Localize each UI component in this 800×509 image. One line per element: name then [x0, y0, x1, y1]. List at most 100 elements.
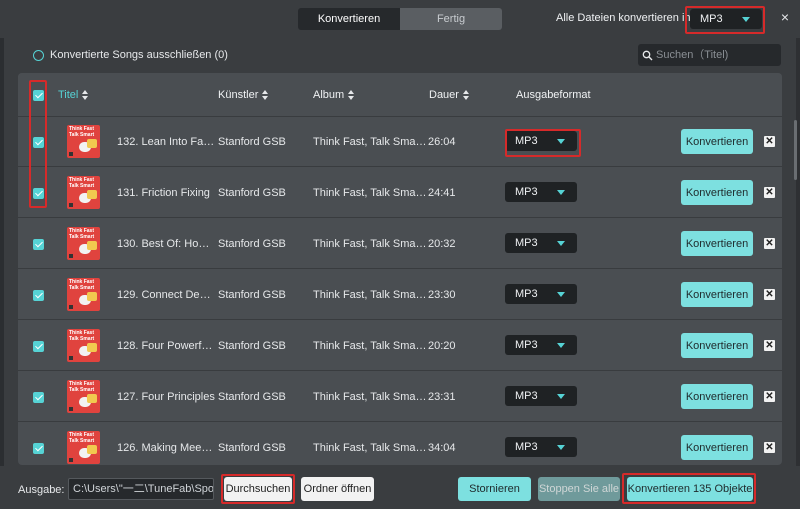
row-checkbox[interactable]	[33, 341, 44, 352]
chevron-down-icon	[557, 190, 565, 195]
remove-icon[interactable]: ✕	[764, 391, 775, 402]
close-icon[interactable]: ×	[777, 9, 793, 25]
scrollbar-thumb[interactable]	[794, 120, 797, 180]
convert-button[interactable]: Konvertieren	[681, 333, 753, 358]
song-album: Think Fast, Talk Smart: The Podcast	[313, 391, 427, 403]
remove-icon[interactable]: ✕	[764, 340, 775, 351]
convert-button[interactable]: Konvertieren	[681, 282, 753, 307]
chevron-down-icon	[557, 292, 565, 297]
cover-text: Think Fast Talk Smart	[69, 330, 95, 342]
column-album-label: Album	[313, 89, 345, 101]
search-box[interactable]	[638, 44, 781, 66]
cover-text: Think Fast Talk Smart	[69, 279, 95, 291]
column-format-label: Ausgabeformat	[516, 89, 591, 101]
convert-button[interactable]: Konvertieren	[681, 180, 753, 205]
convert-all-format-dropdown[interactable]: MP3	[690, 9, 762, 29]
exclude-converted-radio[interactable]	[33, 50, 44, 61]
song-album: Think Fast, Talk Smart: The Podcast	[313, 289, 427, 301]
convert-all-button[interactable]: Konvertieren 135 Objekte	[627, 477, 753, 501]
row-format-value: MP3	[515, 441, 538, 453]
cover-text: Think Fast Talk Smart	[69, 126, 95, 138]
column-header-duration[interactable]: Dauer	[429, 89, 470, 101]
output-label: Ausgabe:	[18, 484, 65, 496]
browse-button[interactable]: Durchsuchen	[224, 477, 292, 501]
song-artist: Stanford GSB	[218, 340, 286, 352]
table-row: Think Fast Talk Smart 130. Best Of: How …	[18, 219, 782, 269]
remove-icon[interactable]: ✕	[764, 289, 775, 300]
row-format-value: MP3	[515, 390, 538, 402]
song-duration: 23:31	[428, 391, 456, 403]
chevron-down-icon	[557, 394, 565, 399]
open-folder-button[interactable]: Ordner öffnen	[301, 477, 374, 501]
row-checkbox[interactable]	[33, 239, 44, 250]
song-title: 129. Connect Deeply	[117, 289, 215, 301]
column-header-album[interactable]: Album	[313, 89, 355, 101]
chevron-down-icon	[557, 241, 565, 246]
row-format-dropdown[interactable]: MP3	[505, 233, 577, 253]
table-row: Think Fast Talk Smart 127. Four Principl…	[18, 372, 782, 422]
convert-button[interactable]: Konvertieren	[681, 435, 753, 460]
table-row: Think Fast Talk Smart 128. Four Powerful…	[18, 321, 782, 371]
album-cover: Think Fast Talk Smart	[67, 227, 100, 260]
convert-all-label: Alle Dateien konvertieren in:	[556, 12, 694, 24]
row-checkbox[interactable]	[33, 443, 44, 454]
sort-icon	[348, 90, 355, 100]
remove-icon[interactable]: ✕	[764, 136, 775, 147]
column-header-title[interactable]: Titel	[58, 89, 89, 101]
row-format-dropdown[interactable]: MP3	[505, 284, 577, 304]
song-album: Think Fast, Talk Smart: The Podcast	[313, 238, 427, 250]
cover-text: Think Fast Talk Smart	[69, 432, 95, 444]
song-duration: 26:04	[428, 136, 456, 148]
table-row: Think Fast Talk Smart 126. Making Meetin…	[18, 423, 782, 465]
song-duration: 23:30	[428, 289, 456, 301]
song-artist: Stanford GSB	[218, 238, 286, 250]
tab-konvertieren[interactable]: Konvertieren	[298, 8, 400, 30]
convert-button[interactable]: Konvertieren	[681, 129, 753, 154]
song-duration: 20:32	[428, 238, 456, 250]
table-row: Think Fast Talk Smart 129. Connect Deepl…	[18, 270, 782, 320]
row-checkbox[interactable]	[33, 392, 44, 403]
row-format-value: MP3	[515, 135, 538, 147]
sort-icon	[462, 90, 470, 100]
song-album: Think Fast, Talk Smart: The Podcast	[313, 442, 427, 454]
remove-icon[interactable]: ✕	[764, 442, 775, 453]
output-path-field[interactable]: C:\Users\"一二\TuneFab\Spotify	[68, 478, 214, 500]
cancel-button[interactable]: Stornieren	[458, 477, 531, 501]
song-artist: Stanford GSB	[218, 187, 286, 199]
row-checkbox[interactable]	[33, 188, 44, 199]
song-title: 130. Best Of: How to	[117, 238, 215, 250]
song-duration: 34:04	[428, 442, 456, 454]
row-format-dropdown[interactable]: MP3	[505, 335, 577, 355]
sort-icon	[82, 90, 89, 100]
remove-icon[interactable]: ✕	[764, 187, 775, 198]
row-format-dropdown[interactable]: MP3	[505, 437, 577, 457]
song-artist: Stanford GSB	[218, 136, 286, 148]
search-input[interactable]	[656, 49, 776, 61]
song-album: Think Fast, Talk Smart: The Podcast	[313, 340, 427, 352]
cover-text: Think Fast Talk Smart	[69, 228, 95, 240]
window-edge-right	[796, 0, 800, 509]
convert-button[interactable]: Konvertieren	[681, 384, 753, 409]
sort-icon	[262, 90, 269, 100]
row-format-value: MP3	[515, 288, 538, 300]
song-album: Think Fast, Talk Smart: The Podcast	[313, 136, 427, 148]
row-format-dropdown[interactable]: MP3	[505, 182, 577, 202]
window-edge-left	[0, 0, 4, 509]
row-format-value: MP3	[515, 339, 538, 351]
table-header: Titel Künstler Album Dauer Ausgabeformat	[18, 73, 782, 117]
song-artist: Stanford GSB	[218, 289, 286, 301]
chevron-down-icon	[557, 343, 565, 348]
album-cover: Think Fast Talk Smart	[67, 176, 100, 209]
row-format-dropdown[interactable]: MP3	[505, 131, 577, 151]
stop-all-button[interactable]: Stoppen Sie alle	[538, 477, 620, 501]
column-header-artist[interactable]: Künstler	[218, 89, 269, 101]
row-format-dropdown[interactable]: MP3	[505, 386, 577, 406]
convert-button[interactable]: Konvertieren	[681, 231, 753, 256]
row-checkbox[interactable]	[33, 290, 44, 301]
cover-text: Think Fast Talk Smart	[69, 381, 95, 393]
tab-fertig[interactable]: Fertig	[400, 8, 502, 30]
remove-icon[interactable]: ✕	[764, 238, 775, 249]
select-all-checkbox[interactable]	[33, 90, 44, 101]
row-checkbox[interactable]	[33, 137, 44, 148]
top-bar: Konvertieren Fertig Alle Dateien konvert…	[0, 0, 800, 38]
